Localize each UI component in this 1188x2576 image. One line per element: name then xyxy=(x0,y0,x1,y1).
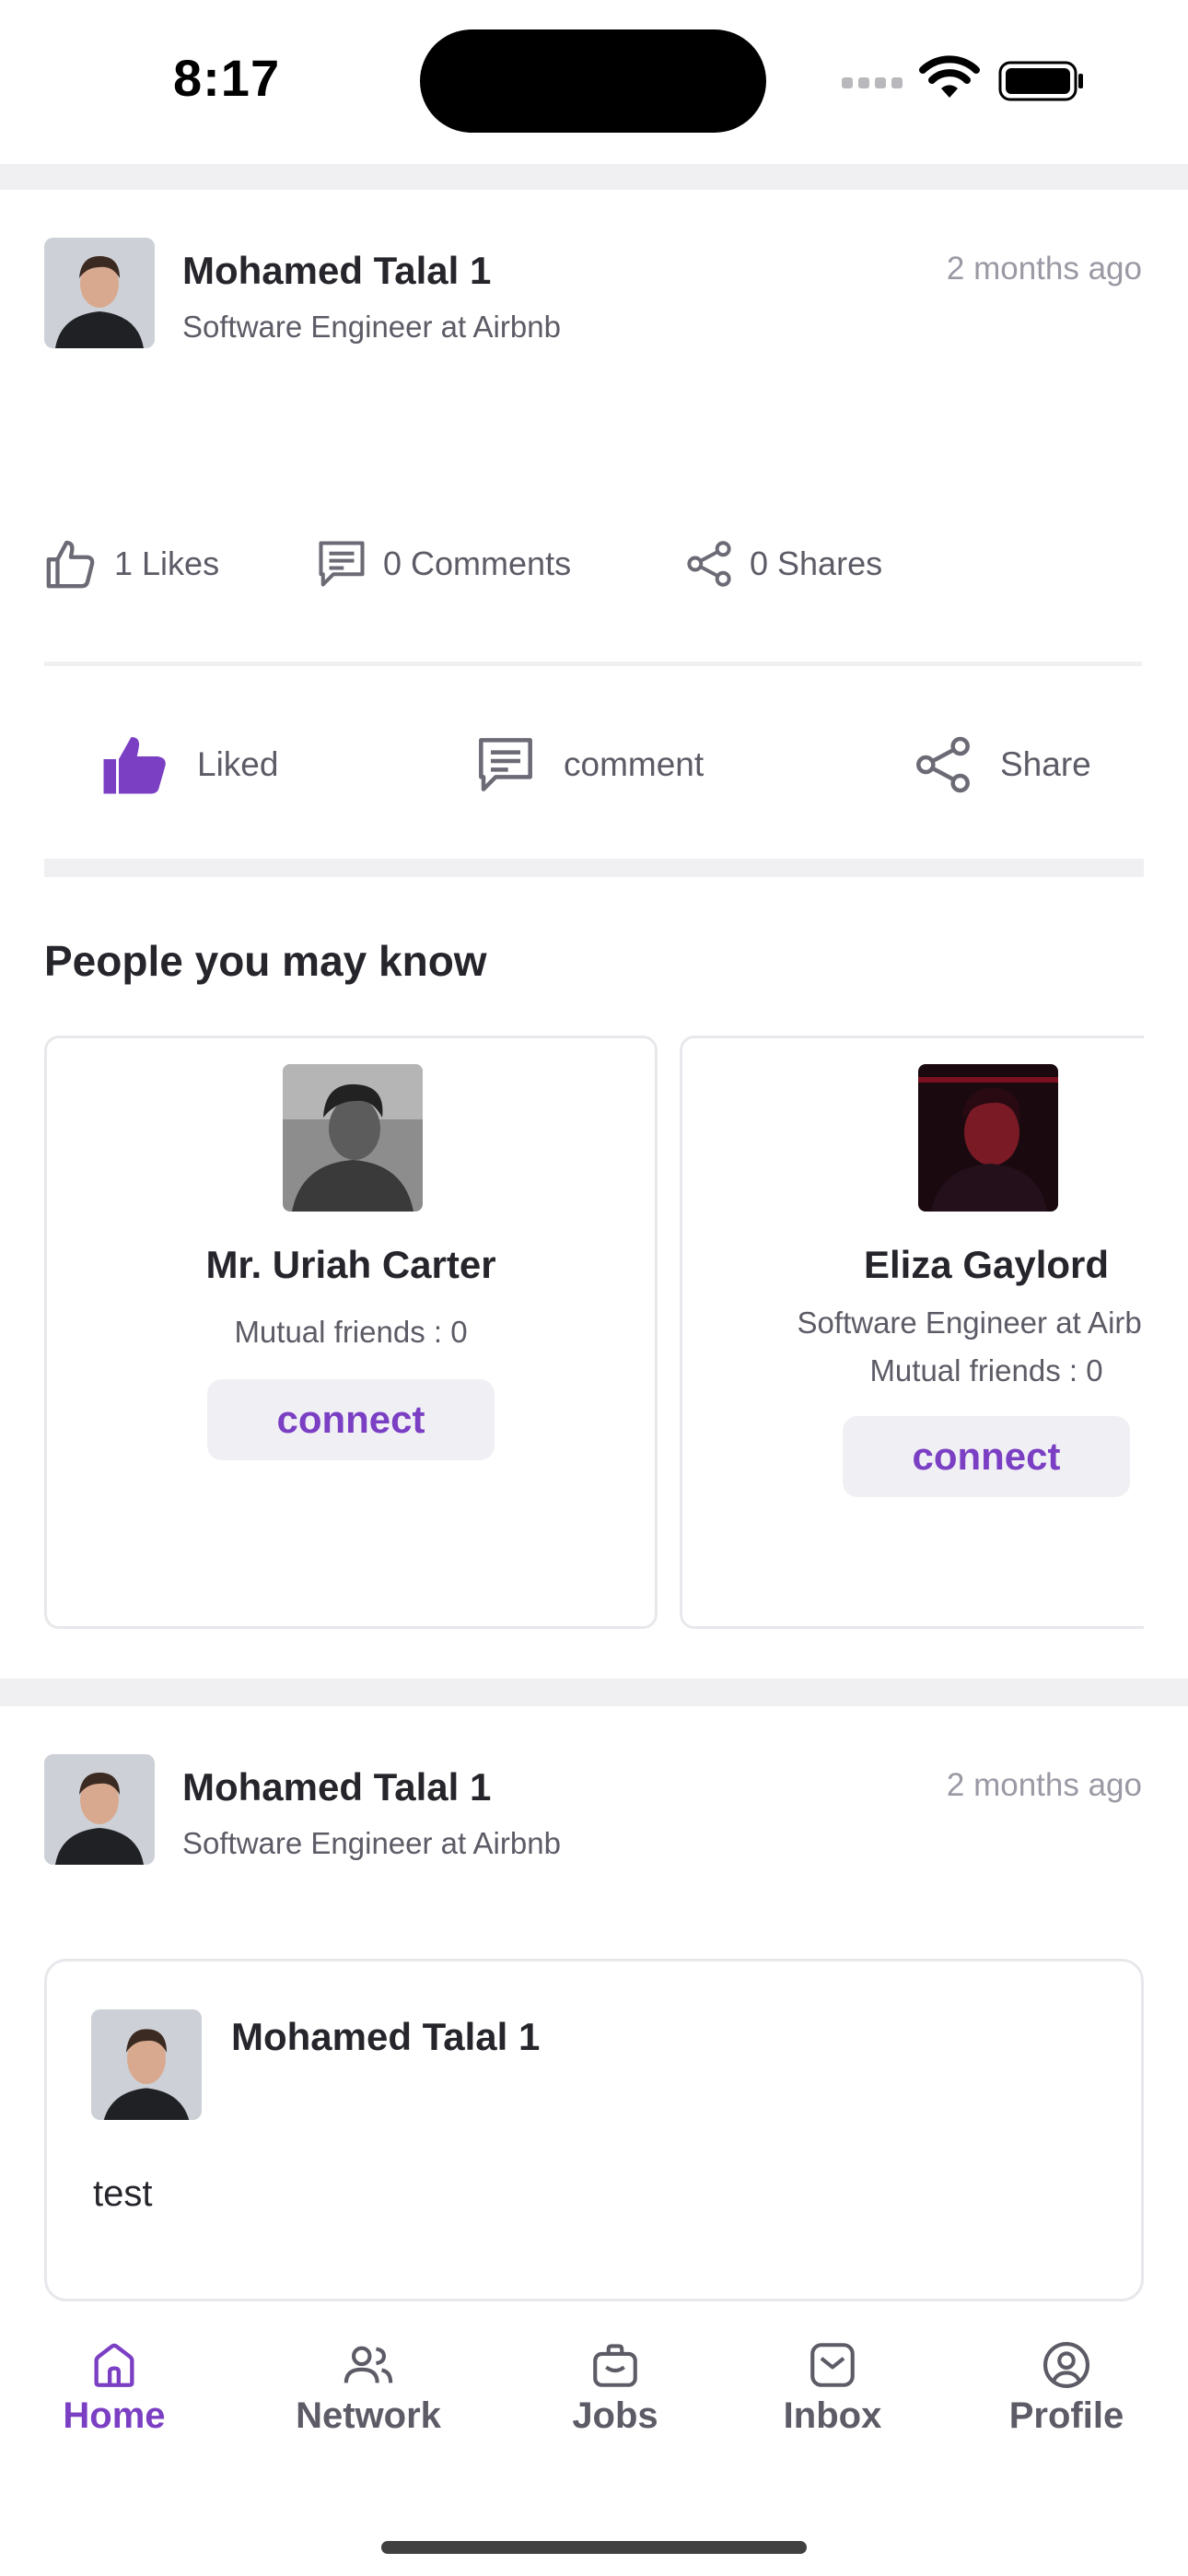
inbox-icon xyxy=(810,2343,855,2387)
post-divider xyxy=(44,662,1142,666)
status-time: 8:17 xyxy=(173,49,281,107)
person-photo[interactable] xyxy=(283,1064,423,1212)
share-icon xyxy=(916,736,970,793)
person-title: Software Engineer at Airbnb xyxy=(797,1306,1144,1340)
people-you-may-know-title: People you may know xyxy=(44,937,487,985)
people-carousel[interactable]: Mr. Uriah Carter Mutual friends : 0 conn… xyxy=(44,1036,1144,1631)
home-icon xyxy=(94,2343,134,2387)
comments-label: 0 Comments xyxy=(383,544,572,582)
author-avatar[interactable] xyxy=(44,1754,155,1865)
nav-network-label: Network xyxy=(296,2395,441,2436)
author-title: Software Engineer at Airbnb xyxy=(182,1826,561,1860)
mutual-friends: Mutual friends : 0 xyxy=(234,1315,468,1349)
nav-jobs[interactable]: Jobs xyxy=(556,2338,674,2458)
shares-count[interactable]: 0 Shares xyxy=(685,536,882,591)
person-card[interactable]: Eliza Gaylord Software Engineer at Airbn… xyxy=(680,1036,1144,1629)
connect-button[interactable]: connect xyxy=(207,1379,495,1460)
nav-profile[interactable]: Profile xyxy=(991,2338,1142,2458)
person-photo-icon xyxy=(44,1754,155,1865)
mutual-friends: Mutual friends : 0 xyxy=(869,1353,1103,1388)
share-outline-icon xyxy=(687,541,731,587)
nav-network[interactable]: Network xyxy=(287,2338,449,2458)
thumbs-up-filled-icon xyxy=(103,737,166,794)
nav-jobs-label: Jobs xyxy=(572,2395,658,2436)
author-name[interactable]: Mohamed Talal 1 xyxy=(182,1765,491,1809)
likes-count[interactable]: 1 Likes xyxy=(44,536,219,591)
nav-profile-label: Profile xyxy=(1008,2395,1124,2436)
post-timestamp: 2 months ago xyxy=(946,1767,1142,1803)
bottom-navigation: Home Network Jobs Inbox Profile xyxy=(0,2313,1188,2576)
nav-home-label: Home xyxy=(63,2395,166,2436)
comment-button-label: comment xyxy=(564,745,705,783)
person-name[interactable]: Mr. Uriah Carter xyxy=(47,1243,655,1287)
post-stats: 1 Likes 0 Comments 0 Shares xyxy=(44,536,1142,591)
share-button-label: Share xyxy=(1000,745,1091,783)
person-card[interactable]: Mr. Uriah Carter Mutual friends : 0 conn… xyxy=(44,1036,658,1629)
post-timestamp: 2 months ago xyxy=(946,251,1142,287)
post-actions: Liked comment Share xyxy=(0,728,1188,802)
person-photo-icon xyxy=(44,238,155,348)
section-separator xyxy=(44,859,1144,877)
network-icon xyxy=(344,2346,393,2383)
share-button[interactable]: Share xyxy=(914,728,1091,802)
likes-label: 1 Likes xyxy=(114,544,220,582)
jobs-icon xyxy=(593,2344,637,2387)
nav-home[interactable]: Home xyxy=(48,2338,181,2458)
dynamic-island xyxy=(420,29,766,133)
wifi-icon xyxy=(919,55,980,98)
comments-count[interactable]: 0 Comments xyxy=(317,536,571,591)
separator-band xyxy=(0,1679,1188,1706)
person-photo-icon xyxy=(918,1064,1058,1212)
like-button[interactable]: Liked xyxy=(101,728,278,802)
shared-author-avatar[interactable] xyxy=(91,2009,202,2120)
person-name[interactable]: Eliza Gaylord xyxy=(682,1243,1144,1287)
home-indicator xyxy=(381,2541,807,2554)
shared-post-text: test xyxy=(93,2173,153,2214)
comment-button[interactable]: comment xyxy=(475,728,704,802)
status-bar: 8:17 xyxy=(0,0,1188,162)
shared-post-card[interactable]: Mohamed Talal 1 test xyxy=(44,1959,1144,2301)
person-photo[interactable] xyxy=(918,1064,1058,1212)
person-photo-icon xyxy=(91,2009,202,2120)
cellular-signal-icon xyxy=(842,77,903,88)
person-photo-icon xyxy=(283,1064,423,1212)
shares-label: 0 Shares xyxy=(750,544,883,582)
nav-inbox[interactable]: Inbox xyxy=(770,2338,895,2458)
nav-inbox-label: Inbox xyxy=(783,2395,882,2436)
thumbs-up-outline-icon xyxy=(46,540,95,589)
profile-icon xyxy=(1042,2341,1090,2389)
connect-button[interactable]: connect xyxy=(843,1416,1130,1497)
author-avatar[interactable] xyxy=(44,238,155,348)
shared-author-name[interactable]: Mohamed Talal 1 xyxy=(231,2015,540,2059)
comment-outline-icon xyxy=(319,541,365,587)
like-button-label: Liked xyxy=(197,745,279,783)
author-title: Software Engineer at Airbnb xyxy=(182,310,561,344)
battery-icon xyxy=(998,61,1083,101)
comment-icon xyxy=(479,738,532,791)
separator-band xyxy=(0,164,1188,190)
author-name[interactable]: Mohamed Talal 1 xyxy=(182,249,491,293)
